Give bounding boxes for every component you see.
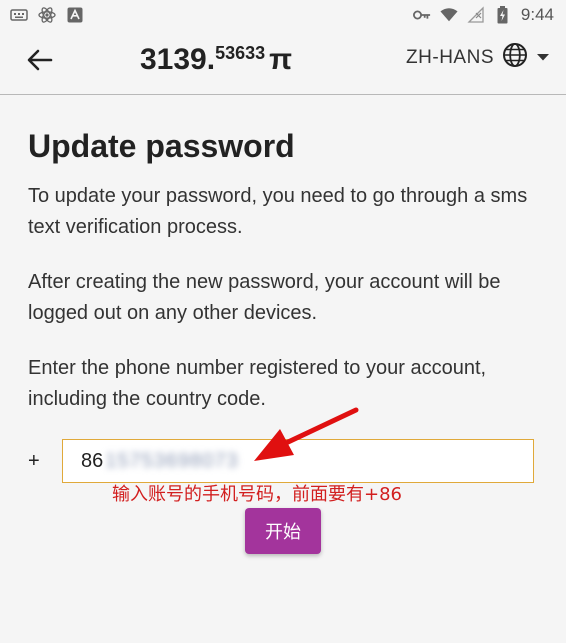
keyboard-icon (10, 6, 28, 24)
status-time: 9:44 (520, 5, 554, 24)
phone-country-code: 86 (81, 449, 104, 472)
app-a-icon (66, 6, 84, 24)
page-title: Update password (28, 128, 295, 164)
pi-symbol: π (269, 43, 293, 76)
back-button[interactable] (20, 42, 60, 82)
status-bar: 9:44 (0, 0, 566, 30)
annotation-text: 输入账号的手机号码，前面要有+86 (112, 484, 402, 505)
language-label: ZH-HANS (406, 46, 494, 68)
balance-decimal: 53633 (215, 43, 266, 63)
react-atom-icon (38, 6, 56, 24)
arrow-left-icon (27, 49, 53, 76)
logout-notice-paragraph: After creating the new password, your ac… (28, 271, 501, 324)
pi-balance: 3139. 53633 π (140, 38, 292, 82)
language-selector[interactable]: ZH-HANS (406, 42, 550, 73)
country-code-plus: + (28, 449, 40, 472)
caret-down-icon (536, 49, 550, 67)
balance-integer: 3139. (140, 43, 216, 76)
phone-number-masked: 15753698073 (105, 449, 239, 472)
intro-paragraph: To update your password, you need to go … (28, 185, 528, 238)
battery-charging-icon (494, 6, 512, 24)
wifi-icon (440, 6, 458, 24)
app-bar: 3139. 53633 π ZH-HANS (0, 30, 566, 95)
no-signal-icon (467, 6, 485, 24)
main-content: Update password To update your password,… (28, 100, 538, 439)
start-button[interactable]: 开始 (245, 508, 321, 554)
annotation-arrow-icon (254, 407, 359, 461)
key-icon (412, 6, 431, 24)
globe-icon (502, 42, 528, 73)
